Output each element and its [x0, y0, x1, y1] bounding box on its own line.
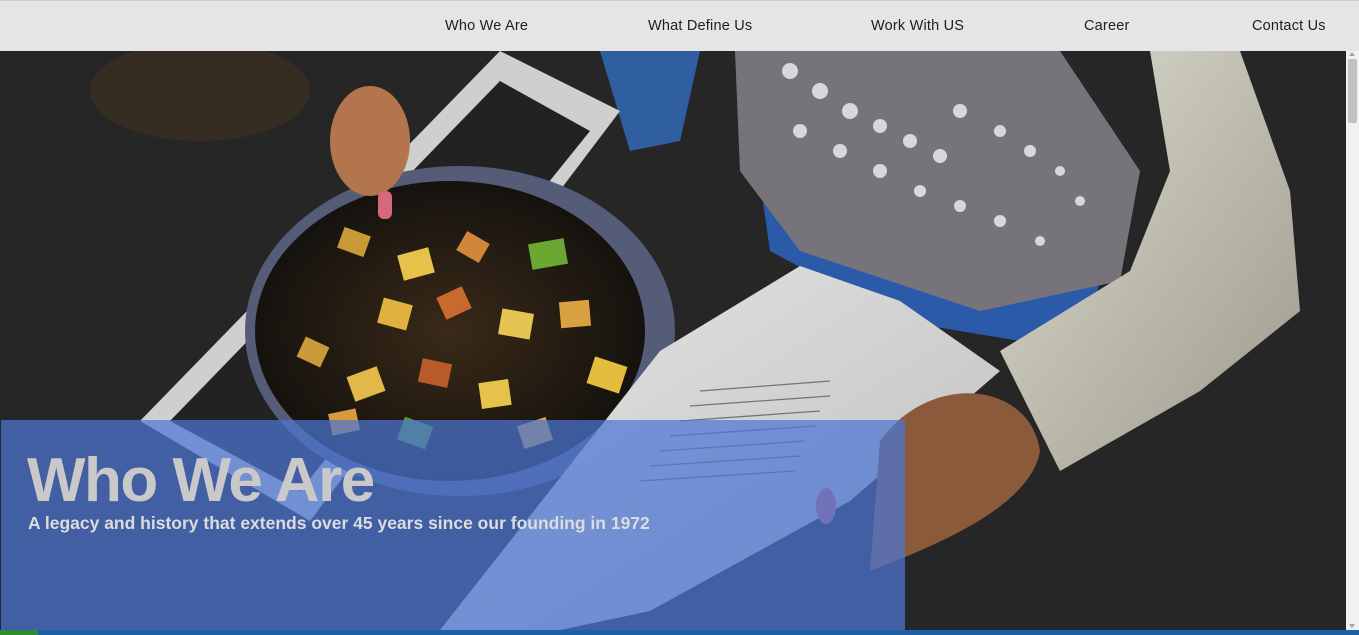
hero-title-overlay: Who We Are A legacy and history that ext… [1, 420, 905, 630]
nav-link-work-with-us[interactable]: Work With US [871, 18, 964, 34]
nav-link-career[interactable]: Career [1084, 18, 1130, 34]
scroll-down-arrow-icon[interactable] [1349, 624, 1355, 628]
hero-section: Who We Are A legacy and history that ext… [0, 51, 1346, 630]
top-navbar: Who We Are What Define Us Work With US C… [0, 0, 1359, 51]
next-section-accent [0, 630, 38, 635]
vertical-scrollbar[interactable] [1346, 51, 1359, 630]
scrollbar-thumb[interactable] [1348, 59, 1357, 123]
next-section-edge [0, 630, 1359, 635]
scroll-up-arrow-icon[interactable] [1349, 52, 1355, 56]
nav-link-who-we-are[interactable]: Who We Are [445, 18, 528, 34]
nav-link-what-define-us[interactable]: What Define Us [648, 18, 752, 34]
nav-link-contact-us[interactable]: Contact Us [1252, 18, 1326, 34]
hero-title: Who We Are [27, 446, 375, 515]
hero-subtitle: A legacy and history that extends over 4… [28, 513, 650, 533]
